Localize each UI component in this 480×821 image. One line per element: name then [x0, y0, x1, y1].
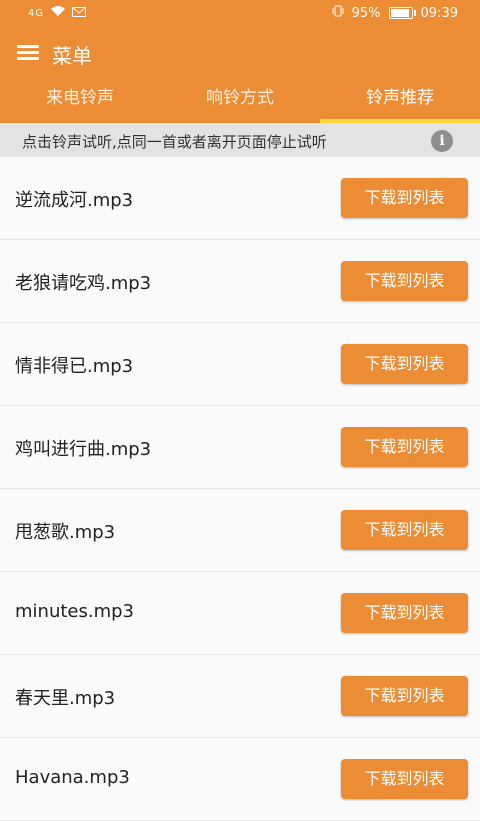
hint-bar: 点击铃声试听,点同一首或者离开页面停止试听 i [0, 123, 480, 157]
status-left: 4G [28, 5, 87, 21]
song-name: 春天里.mp3 [15, 688, 116, 709]
menu-title[interactable]: 菜单 [52, 40, 92, 69]
song-name: 鸡叫进行曲.mp3 [15, 439, 152, 460]
list-item[interactable]: 鸡叫进行曲.mp3 下载到列表 [0, 406, 480, 489]
download-to-list-button[interactable]: 下载到列表 [341, 427, 468, 467]
app-bar: 菜单 [0, 27, 480, 77]
download-to-list-button[interactable]: 下载到列表 [341, 593, 468, 633]
list-item[interactable]: 春天里.mp3 下载到列表 [0, 655, 480, 738]
vibrate-icon [332, 5, 344, 21]
tab-ring-mode[interactable]: 响铃方式 [160, 77, 320, 123]
status-right: 95% 09:39 [332, 5, 458, 21]
song-name: 情非得已.mp3 [15, 356, 134, 377]
download-to-list-button[interactable]: 下载到列表 [341, 510, 468, 550]
list-item[interactable]: Havana.mp3 下载到列表 [0, 738, 480, 821]
battery-percent: 95% [351, 5, 381, 21]
download-to-list-button[interactable]: 下载到列表 [341, 759, 468, 799]
song-name: 逆流成河.mp3 [15, 190, 134, 211]
song-name: 老狼请吃鸡.mp3 [15, 273, 152, 294]
hint-text: 点击铃声试听,点同一首或者离开页面停止试听 [22, 133, 327, 151]
song-name: Havana.mp3 [15, 767, 130, 788]
song-name: minutes.mp3 [15, 601, 134, 622]
list-item[interactable]: 逆流成河.mp3 下载到列表 [0, 157, 480, 240]
list-item[interactable]: 情非得已.mp3 下载到列表 [0, 323, 480, 406]
song-name: 甩葱歌.mp3 [15, 522, 116, 543]
list-item[interactable]: 甩葱歌.mp3 下载到列表 [0, 489, 480, 572]
list-item[interactable]: 老狼请吃鸡.mp3 下载到列表 [0, 240, 480, 323]
wifi-icon [50, 5, 66, 21]
list-item[interactable]: minutes.mp3 下载到列表 [0, 572, 480, 655]
tab-recommended[interactable]: 铃声推荐 [320, 77, 480, 123]
tab-incoming-ringtone[interactable]: 来电铃声 [0, 77, 160, 123]
ringtone-list: 逆流成河.mp3 下载到列表 老狼请吃鸡.mp3 下载到列表 情非得已.mp3 … [0, 157, 480, 821]
download-to-list-button[interactable]: 下载到列表 [341, 676, 468, 716]
info-icon[interactable]: i [431, 130, 453, 152]
status-bar: 4G 95% 09:39 [0, 0, 480, 27]
menu-icon[interactable] [17, 45, 39, 60]
tab-bar: 来电铃声 响铃方式 铃声推荐 [0, 77, 480, 123]
mail-icon [72, 6, 87, 21]
battery-icon [388, 7, 416, 19]
download-to-list-button[interactable]: 下载到列表 [341, 178, 468, 218]
clock: 09:39 [420, 5, 458, 21]
signal-icon: 4G [28, 7, 45, 19]
download-to-list-button[interactable]: 下载到列表 [341, 261, 468, 301]
download-to-list-button[interactable]: 下载到列表 [341, 344, 468, 384]
